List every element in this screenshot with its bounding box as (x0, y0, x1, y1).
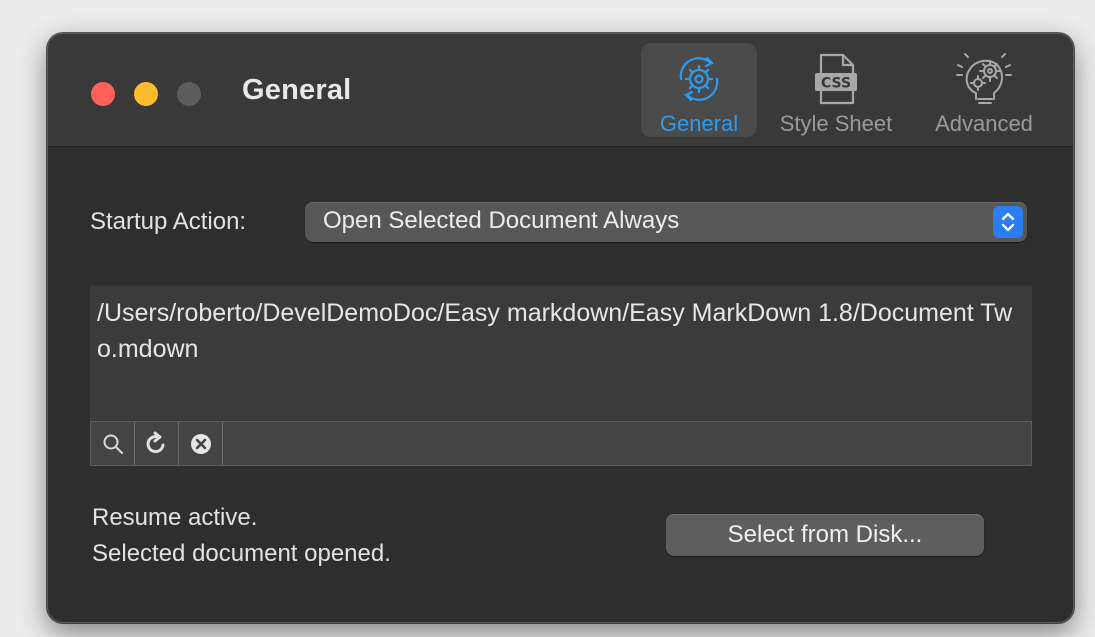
tab-general-label: General (659, 111, 739, 136)
status-line-resume: Resume active. (92, 504, 258, 531)
path-control-bar (90, 421, 1032, 466)
startup-action-label: Startup Action: (90, 208, 247, 235)
gear-sync-icon (667, 49, 731, 109)
startup-action-popup[interactable]: Open Selected Document Always (305, 202, 1027, 242)
select-from-disk-button[interactable]: Select from Disk... (666, 514, 984, 556)
chevron-up-down-icon (993, 206, 1023, 238)
window-title: General (242, 74, 352, 106)
svg-text:CSS: CSS (821, 76, 851, 92)
clear-path-button[interactable] (179, 422, 223, 465)
tab-style-sheet-label: Style Sheet (779, 111, 893, 136)
tab-general[interactable]: General (641, 43, 757, 137)
preferences-window: General General CSS Style Sheet Advanced… (47, 33, 1074, 623)
reveal-in-finder-button[interactable] (91, 422, 135, 465)
tab-advanced-label: Advanced (935, 111, 1033, 136)
document-path-text: /Users/roberto/DevelDemoDoc/Easy markdow… (97, 299, 1013, 363)
status-line-opened: Selected document opened. (92, 540, 391, 567)
zoom-window-button[interactable] (177, 82, 201, 106)
titlebar: General General CSS Style Sheet Advanced (48, 34, 1073, 147)
brain-gears-icon (952, 49, 1016, 109)
close-window-button[interactable] (91, 82, 115, 106)
startup-action-value: Open Selected Document Always (323, 207, 680, 234)
document-path-field[interactable]: /Users/roberto/DevelDemoDoc/Easy markdow… (90, 285, 1032, 422)
tab-advanced[interactable]: Advanced (916, 43, 1052, 137)
tab-style-sheet[interactable]: CSS Style Sheet (768, 43, 904, 137)
minimize-window-button[interactable] (134, 82, 158, 106)
reload-button[interactable] (135, 422, 179, 465)
css-file-icon: CSS (804, 49, 868, 109)
